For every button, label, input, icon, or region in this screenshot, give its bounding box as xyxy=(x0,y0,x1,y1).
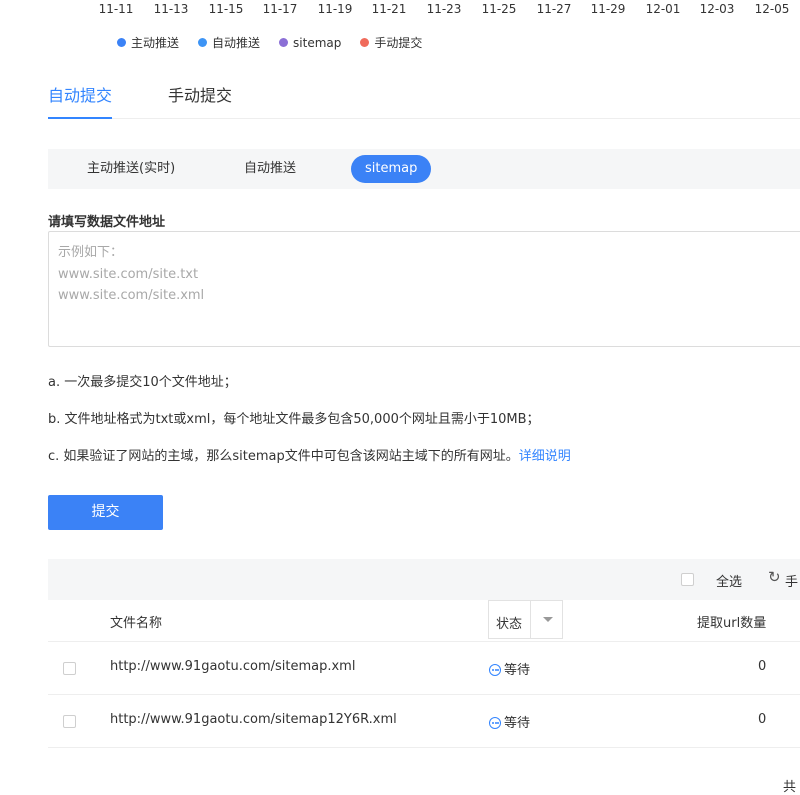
dropdown-divider xyxy=(530,601,531,638)
tab-auto-submit[interactable]: 自动提交 xyxy=(48,84,113,119)
legend-label: sitemap xyxy=(293,35,342,50)
row-status-label: 等待 xyxy=(504,663,531,678)
note-c-text: c. 如果验证了网站的主域，那么sitemap文件中可包含该网站主域下的所有网址… xyxy=(48,449,519,464)
x-tick-label: 11-27 xyxy=(536,2,572,16)
pending-icon xyxy=(489,717,501,729)
row-checkbox[interactable] xyxy=(63,662,76,675)
row-url-count: 0 xyxy=(758,712,767,727)
table-toolbar: 全选 ↻ 手 xyxy=(48,559,800,600)
legend-label: 手动提交 xyxy=(374,36,423,50)
field-label: 请填写数据文件地址 xyxy=(48,215,166,230)
chevron-down-icon xyxy=(543,617,553,622)
legend-item-manual[interactable]: 手动提交 xyxy=(360,34,422,51)
x-tick-label: 11-11 xyxy=(98,2,134,16)
subtab-active-push[interactable]: 主动推送(实时) xyxy=(73,155,189,183)
row-status-label: 等待 xyxy=(504,716,531,731)
row-url-count: 0 xyxy=(758,659,767,674)
x-tick-label: 12-03 xyxy=(699,2,735,16)
header-status: 状态 xyxy=(496,617,523,632)
x-tick-label: 11-13 xyxy=(153,2,189,16)
main-tabs: 自动提交 手动提交 xyxy=(48,84,800,119)
tab-manual-submit[interactable]: 手动提交 xyxy=(168,84,232,118)
x-tick-label: 12-05 xyxy=(754,2,790,16)
x-tick-label: 11-17 xyxy=(262,2,298,16)
x-tick-label: 12-01 xyxy=(645,2,681,16)
subtab-auto-push[interactable]: 自动推送 xyxy=(230,155,310,183)
x-tick-label: 11-29 xyxy=(590,2,626,16)
note-b: b. 文件地址格式为txt或xml，每个地址文件最多包含50,000个网址且需小… xyxy=(48,412,540,427)
legend-item-active-push[interactable]: 主动推送 xyxy=(117,34,179,51)
chart-x-axis: 11-11 11-13 11-15 11-17 11-19 11-21 11-2… xyxy=(0,2,800,18)
row-filename: http://www.91gaotu.com/sitemap.xml xyxy=(110,659,356,674)
row-status: 等待 xyxy=(489,712,530,731)
legend-label: 主动推送 xyxy=(131,36,180,50)
subtab-label: 主动推送(实时) xyxy=(87,161,176,176)
table-row[interactable]: http://www.91gaotu.com/sitemap12Y6R.xml … xyxy=(48,694,800,748)
legend-item-sitemap[interactable]: sitemap xyxy=(279,36,341,50)
row-filename: http://www.91gaotu.com/sitemap12Y6R.xml xyxy=(110,712,397,727)
x-tick-label: 11-19 xyxy=(317,2,353,16)
active-tab-indicator xyxy=(48,117,113,119)
submit-button[interactable]: 提交 xyxy=(48,495,163,530)
legend-label: 自动推送 xyxy=(212,36,261,50)
table-header: 文件名称 状态 提取url数量 xyxy=(48,600,800,642)
refresh-label[interactable]: 手 xyxy=(785,571,798,590)
refresh-icon[interactable]: ↻ xyxy=(768,568,781,586)
x-tick-label: 11-21 xyxy=(371,2,407,16)
subtab-label: sitemap xyxy=(365,161,418,176)
row-checkbox[interactable] xyxy=(63,715,76,728)
sitemap-url-textarea[interactable]: 示例如下： www.site.com/site.txt www.site.com… xyxy=(48,231,800,347)
x-tick-label: 11-15 xyxy=(208,2,244,16)
status-filter-dropdown[interactable]: 状态 xyxy=(488,600,563,639)
legend-dot xyxy=(360,38,370,47)
chart-legend: 主动推送 自动推送 sitemap 手动提交 xyxy=(117,34,441,51)
legend-dot xyxy=(117,38,126,47)
x-tick-label: 11-25 xyxy=(481,2,517,16)
note-a: a. 一次最多提交10个文件地址； xyxy=(48,375,237,390)
detail-link[interactable]: 详细说明 xyxy=(519,449,571,464)
legend-dot xyxy=(279,38,289,47)
note-c: c. 如果验证了网站的主域，那么sitemap文件中可包含该网站主域下的所有网址… xyxy=(48,445,571,464)
select-all-checkbox[interactable] xyxy=(681,573,694,586)
header-filename: 文件名称 xyxy=(110,616,163,631)
select-all-label: 全选 xyxy=(716,575,743,590)
pending-icon xyxy=(489,664,501,676)
table-row[interactable]: http://www.91gaotu.com/sitemap.xml 等待 0 xyxy=(48,641,800,695)
subtab-label: 自动推送 xyxy=(244,161,297,176)
tab-label: 自动提交 xyxy=(48,86,113,105)
sub-tabs: 主动推送(实时) 自动推送 sitemap xyxy=(48,149,800,189)
x-tick-label: 11-23 xyxy=(426,2,462,16)
row-status: 等待 xyxy=(489,659,530,678)
legend-item-auto-push[interactable]: 自动推送 xyxy=(198,34,260,51)
legend-dot xyxy=(198,38,208,47)
pagination-total: 共 xyxy=(783,780,797,795)
header-url-count: 提取url数量 xyxy=(697,616,767,631)
tab-label: 手动提交 xyxy=(168,86,233,105)
subtab-sitemap[interactable]: sitemap xyxy=(351,155,432,183)
